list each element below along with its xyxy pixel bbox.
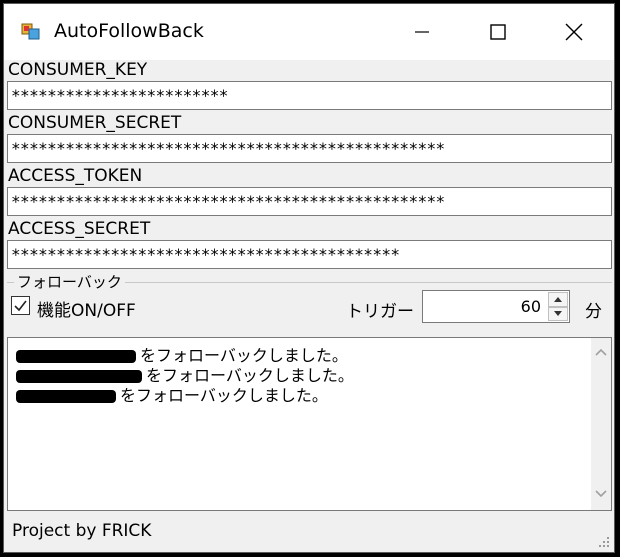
redacted-username xyxy=(16,390,116,403)
consumer-secret-field[interactable] xyxy=(7,134,612,163)
spin-down-button[interactable] xyxy=(548,306,568,321)
maximize-icon xyxy=(490,24,506,40)
close-icon xyxy=(565,23,583,41)
trigger-spinner[interactable]: 60 xyxy=(422,290,570,323)
log-line-text: をフォローバックしました。 xyxy=(120,386,328,405)
app-window: AutoFollowBack CONSUMER_KEY CONSUMER_SEC… xyxy=(3,3,615,553)
maximize-button[interactable] xyxy=(460,4,536,60)
trigger-label: トリガー xyxy=(346,302,414,322)
trigger-value[interactable]: 60 xyxy=(521,297,541,316)
followback-group-title: フォローバック xyxy=(14,271,125,292)
checkmark-icon xyxy=(14,300,27,312)
scroll-down-icon[interactable] xyxy=(595,490,607,498)
spin-buttons xyxy=(548,292,568,321)
scroll-up-icon[interactable] xyxy=(595,348,607,356)
log-line: をフォローバックしました。 xyxy=(16,382,328,406)
log-textarea[interactable]: をフォローバックしました。 をフォローバックしました。 をフォローバックしました… xyxy=(7,337,612,511)
window-title: AutoFollowBack xyxy=(54,20,204,42)
enable-checkbox-label[interactable]: 機能ON/OFF xyxy=(37,296,136,321)
resize-grip-icon[interactable] xyxy=(596,534,610,548)
access-secret-label: ACCESS_SECRET xyxy=(8,219,151,239)
spin-down-icon xyxy=(554,311,562,317)
close-button[interactable] xyxy=(536,4,612,60)
spin-up-icon xyxy=(554,296,562,302)
access-token-field[interactable] xyxy=(7,187,612,216)
consumer-secret-label: CONSUMER_SECRET xyxy=(8,113,182,133)
app-icon xyxy=(21,23,40,40)
minimize-icon xyxy=(415,31,429,33)
consumer-key-field[interactable] xyxy=(7,81,612,110)
status-bar: Project by FRICK xyxy=(4,514,614,552)
access-secret-field[interactable] xyxy=(7,240,612,269)
trigger-unit: 分 xyxy=(585,302,602,322)
status-text: Project by FRICK xyxy=(12,521,152,541)
title-bar[interactable]: AutoFollowBack xyxy=(4,4,614,60)
spin-up-button[interactable] xyxy=(548,292,568,307)
minimize-button[interactable] xyxy=(384,4,460,60)
enable-checkbox[interactable] xyxy=(11,296,30,315)
log-scrollbar[interactable] xyxy=(591,338,611,510)
consumer-key-label: CONSUMER_KEY xyxy=(8,60,148,80)
access-token-label: ACCESS_TOKEN xyxy=(8,166,143,186)
